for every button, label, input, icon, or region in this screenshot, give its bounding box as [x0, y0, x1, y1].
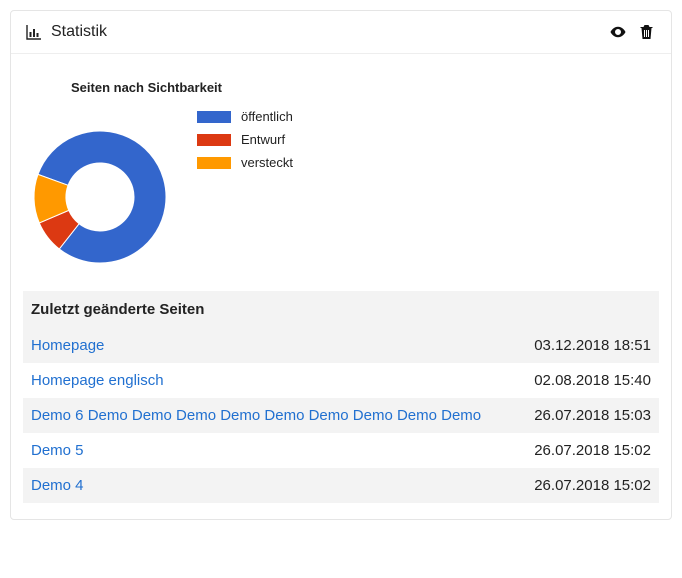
statistics-widget: Statistik Seiten nach Sichtbarkeit öffen… — [10, 10, 672, 520]
page-modified-date: 26.07.2018 15:02 — [520, 442, 651, 459]
table-row: Demo 4 26.07.2018 15:02 — [23, 468, 659, 503]
page-modified-date: 26.07.2018 15:03 — [520, 407, 651, 424]
toggle-visibility-button[interactable] — [607, 21, 629, 43]
page-link[interactable]: Demo 5 — [31, 442, 84, 459]
eye-icon — [609, 23, 627, 41]
widget-body: Seiten nach Sichtbarkeit öffentlich Entwu… — [11, 54, 671, 519]
legend-label: Entwurf — [241, 132, 285, 147]
page-link[interactable]: Homepage — [31, 337, 104, 354]
legend-swatch — [197, 134, 231, 146]
table-row: Demo 5 26.07.2018 15:02 — [23, 433, 659, 468]
legend-item[interactable]: öffentlich — [197, 109, 293, 124]
delete-widget-button[interactable] — [635, 21, 657, 43]
table-row: Demo 6 Demo Demo Demo Demo Demo Demo Dem… — [23, 398, 659, 433]
page-link[interactable]: Demo 4 — [31, 477, 84, 494]
page-modified-date: 02.08.2018 15:40 — [520, 372, 651, 389]
legend-item[interactable]: Entwurf — [197, 132, 293, 147]
widget-header: Statistik — [11, 11, 671, 54]
legend-swatch — [197, 111, 231, 123]
chart-legend: öffentlich Entwurf versteckt — [197, 107, 293, 178]
bar-chart-icon — [25, 23, 43, 41]
recent-pages-table: Zuletzt geänderte Seiten Homepage 03.12.2… — [11, 285, 671, 503]
page-modified-date: 26.07.2018 15:02 — [520, 477, 651, 494]
table-header: Zuletzt geänderte Seiten — [23, 291, 659, 328]
legend-swatch — [197, 157, 231, 169]
legend-label: öffentlich — [241, 109, 293, 124]
visibility-chart: Seiten nach Sichtbarkeit öffentlich Entwu… — [11, 68, 671, 285]
donut-chart — [25, 107, 175, 277]
legend-item[interactable]: versteckt — [197, 155, 293, 170]
chart-title: Seiten nach Sichtbarkeit — [25, 80, 657, 95]
page-link[interactable]: Homepage englisch — [31, 372, 164, 389]
page-link[interactable]: Demo 6 Demo Demo Demo Demo Demo Demo Dem… — [31, 407, 481, 424]
trash-icon — [639, 24, 654, 40]
table-row: Homepage englisch 02.08.2018 15:40 — [23, 363, 659, 398]
table-row: Homepage 03.12.2018 18:51 — [23, 328, 659, 363]
page-modified-date: 03.12.2018 18:51 — [520, 337, 651, 354]
legend-label: versteckt — [241, 155, 293, 170]
widget-title: Statistik — [51, 23, 107, 41]
